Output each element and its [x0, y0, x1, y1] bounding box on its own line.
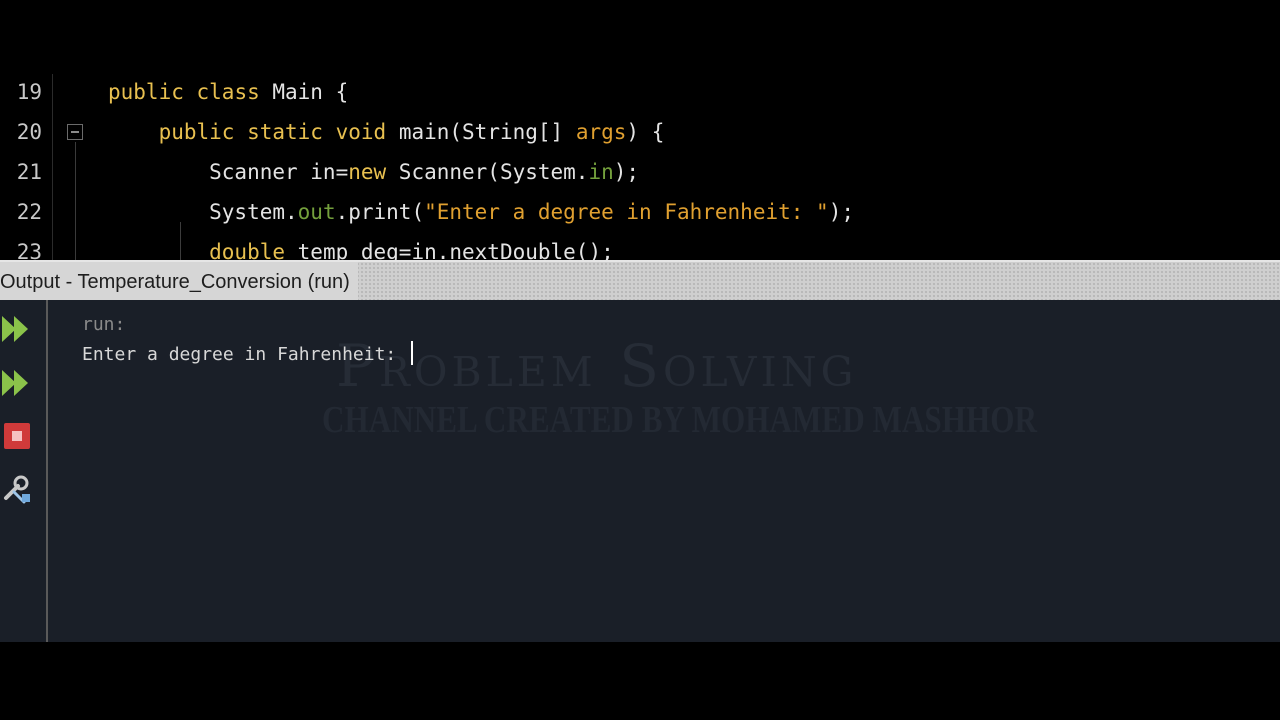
- code-token: class: [196, 80, 273, 104]
- code-text: double temp_deg=in.nextDouble();: [108, 232, 614, 260]
- code-token: static: [247, 120, 336, 144]
- code-token: new: [348, 160, 399, 184]
- code-token: "Enter a degree in Fahrenheit: ": [424, 200, 829, 224]
- code-token: ) {: [626, 120, 665, 144]
- code-token: main(String[]: [398, 120, 576, 144]
- code-text: public static void main(String[] args) {: [108, 112, 665, 152]
- output-panel-title[interactable]: Output - Temperature_Conversion (run): [0, 262, 358, 300]
- text-cursor: [411, 341, 414, 365]
- rerun-icon[interactable]: [0, 312, 36, 348]
- code-token: Scanner(System.: [398, 160, 589, 184]
- watermark-title: Problem Solving: [336, 332, 858, 400]
- line-number: 20: [16, 120, 42, 144]
- code-token: void: [335, 120, 399, 144]
- code-line[interactable]: 22 System.out.print("Enter a degree in F…: [0, 192, 1280, 232]
- code-token: double: [108, 240, 298, 260]
- code-token: out: [297, 200, 336, 224]
- code-token: public: [108, 120, 248, 144]
- code-token: temp_deg=in.nextDouble();: [297, 240, 614, 260]
- line-number: 19: [16, 80, 42, 104]
- watermark-subtitle: CHANNEL CREATED BY MOHAMED MASHHOR: [322, 399, 1037, 441]
- line-number: 22: [16, 200, 42, 224]
- output-panel-header[interactable]: Output - Temperature_Conversion (run): [0, 260, 1280, 300]
- bottom-letterbox: [0, 642, 1280, 720]
- run-label: run:: [82, 314, 126, 335]
- code-line[interactable]: 23 double temp_deg=in.nextDouble();: [0, 232, 1280, 260]
- code-text: Scanner in=new Scanner(System.in);: [108, 152, 639, 192]
- code-token: Main {: [272, 80, 349, 104]
- code-token: );: [613, 160, 640, 184]
- code-editor[interactable]: 19 public class Main {20 public static vo…: [0, 74, 1280, 260]
- code-token: args: [575, 120, 627, 144]
- code-token: .print(: [335, 200, 425, 224]
- output-panel: Problem Solving CHANNEL CREATED BY MOHAM…: [0, 300, 1280, 642]
- settings-icon[interactable]: [0, 472, 36, 508]
- code-text: public class Main {: [108, 74, 348, 112]
- code-token: in: [588, 160, 614, 184]
- rerun-with-params-icon[interactable]: [0, 366, 36, 402]
- code-line[interactable]: 21 Scanner in=new Scanner(System.in);: [0, 152, 1280, 192]
- code-line[interactable]: 19 public class Main {: [0, 74, 1280, 112]
- stop-icon[interactable]: [0, 419, 36, 455]
- code-line[interactable]: 20 public static void main(String[] args…: [0, 112, 1280, 152]
- code-token: );: [828, 200, 854, 224]
- line-number: 21: [16, 160, 42, 184]
- code-token: public: [108, 80, 197, 104]
- output-toolbar: [0, 300, 48, 642]
- console-text[interactable]: run: Enter a degree in Fahrenheit:: [82, 310, 414, 370]
- code-token: System.: [108, 200, 298, 224]
- line-number: 23: [16, 240, 42, 260]
- console-prompt: Enter a degree in Fahrenheit:: [82, 344, 408, 365]
- code-text: System.out.print("Enter a degree in Fahr…: [108, 192, 854, 232]
- code-token: Scanner in=: [108, 160, 349, 184]
